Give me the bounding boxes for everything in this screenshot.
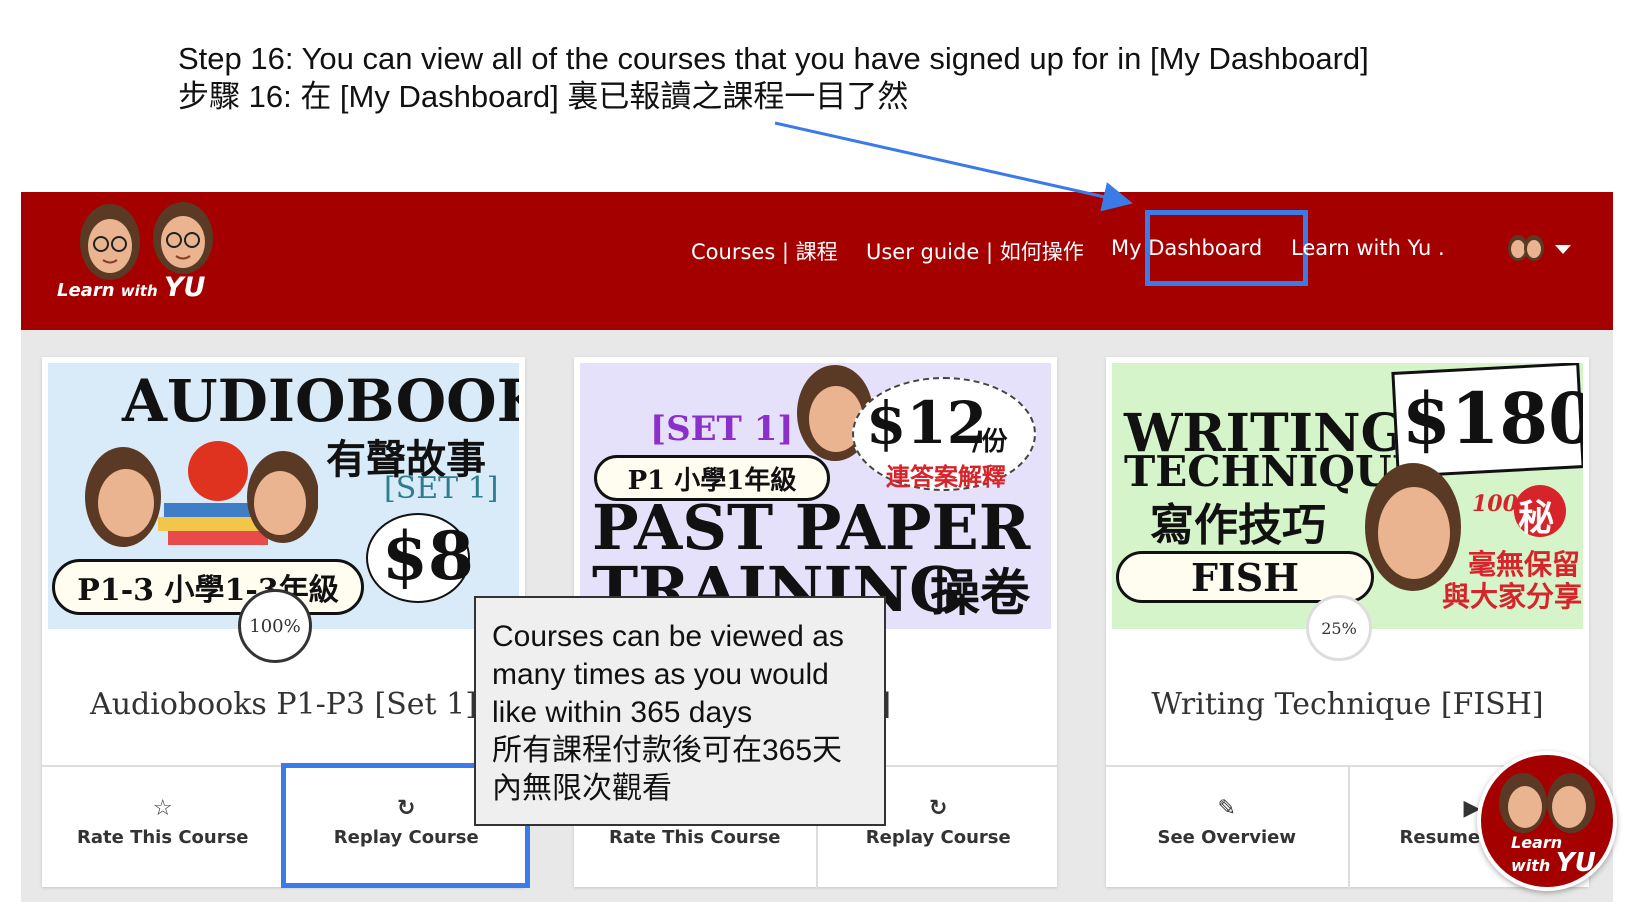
see-overview-button[interactable]: ✎ See Overview	[1106, 767, 1348, 889]
nav-courses[interactable]: Courses | 課程	[691, 236, 838, 266]
progress-badge: 25%	[1306, 595, 1372, 661]
thumb-title: AUDIOBOOKS	[122, 367, 519, 435]
rate-course-label: Rate This Course	[608, 827, 781, 848]
instruction-line-en: Step 16: You can view all of the courses…	[178, 41, 1369, 76]
thumb-badge: 秘	[1518, 497, 1555, 539]
rate-course-label: Rate This Course	[76, 827, 249, 848]
logo-text: Learn with YU	[57, 272, 205, 303]
callout-line-3: like within 365 days	[492, 696, 753, 729]
callout-line-4: 所有課程付款後可在365天	[492, 734, 843, 767]
course-title[interactable]: Audiobooks P1-P3 [Set 1]	[42, 687, 525, 722]
thumb-price: $12	[866, 389, 988, 457]
rate-course-button[interactable]: ☆ Rate This Course	[42, 767, 284, 889]
logo-word-yu: YU	[163, 272, 206, 303]
thumb-illustration-icon	[85, 441, 318, 547]
annotation-callout: Courses can be viewed as many times as y…	[474, 596, 886, 826]
chat-logo-yu: YU	[1555, 848, 1596, 878]
replay-course-label: Replay Course	[865, 827, 1011, 848]
edit-icon: ✎	[1217, 796, 1236, 821]
chat-logo-with: with	[1511, 856, 1551, 875]
thumb-note: 連答案解釋	[886, 462, 1006, 491]
callout-line-5: 內無限次觀看	[492, 772, 672, 805]
thumb-title-zh: 寫作技巧	[1150, 500, 1326, 551]
instruction-line-zh: 步驟 16: 在 [My Dashboard] 裏已報讀之課程一目了然	[178, 79, 909, 114]
course-thumbnail[interactable]: [SET 1] $12 /份 連答案解釋 P1 小學1年級 PAST PAPER…	[580, 363, 1051, 629]
star-icon: ☆	[152, 796, 173, 821]
thumb-set: [SET 1]	[650, 409, 794, 449]
course-thumbnail[interactable]: WRITING TECHNIQUE 寫作技巧 $180 100 秘 毫無保留 與…	[1112, 363, 1583, 629]
thumb-price: $8	[382, 517, 474, 595]
chevron-down-icon[interactable]	[1555, 245, 1571, 254]
nav-user-guide[interactable]: User guide | 如何操作	[866, 236, 1084, 266]
chat-avatar-icon	[1499, 773, 1595, 833]
callout-line-2: many times as you would	[492, 658, 829, 691]
course-title[interactable]: Writing Technique [FISH]	[1106, 687, 1589, 722]
site-logo[interactable]: Learn with YU	[55, 200, 230, 310]
nav-user-menu[interactable]: Learn with Yu .	[1291, 236, 1445, 260]
see-overview-label: See Overview	[1157, 827, 1296, 848]
thumb-price-unit: /份	[972, 427, 1008, 457]
thumb-title-zh: 操卷	[930, 563, 1030, 622]
thumb-badge-number: 100	[1472, 491, 1518, 517]
thumb-set: [SET 1]	[384, 471, 499, 506]
thumb-price: $180	[1402, 377, 1583, 460]
top-navbar: Learn with YU Courses | 課程 User guide | …	[21, 192, 1613, 330]
progress-badge: 100%	[238, 589, 312, 663]
callout-line-1: Courses can be viewed as	[492, 620, 844, 653]
user-avatar[interactable]	[1506, 232, 1546, 268]
dashboard-highlight-box	[1145, 210, 1308, 286]
logo-word-with: with	[120, 282, 158, 300]
chat-launcher-button[interactable]: Learn with YU	[1477, 751, 1617, 891]
instruction-text: Step 16: You can view all of the courses…	[178, 40, 1369, 116]
chat-logo-learn: Learn	[1511, 833, 1563, 852]
logo-word-learn: Learn	[57, 280, 115, 301]
thumb-grade-pill: P1-3 小學1-3年級	[52, 559, 364, 615]
thumb-note-2: 與大家分享	[1442, 580, 1583, 613]
chat-logo-text: Learn with YU	[1511, 833, 1596, 876]
logo-faces-icon	[80, 202, 213, 280]
